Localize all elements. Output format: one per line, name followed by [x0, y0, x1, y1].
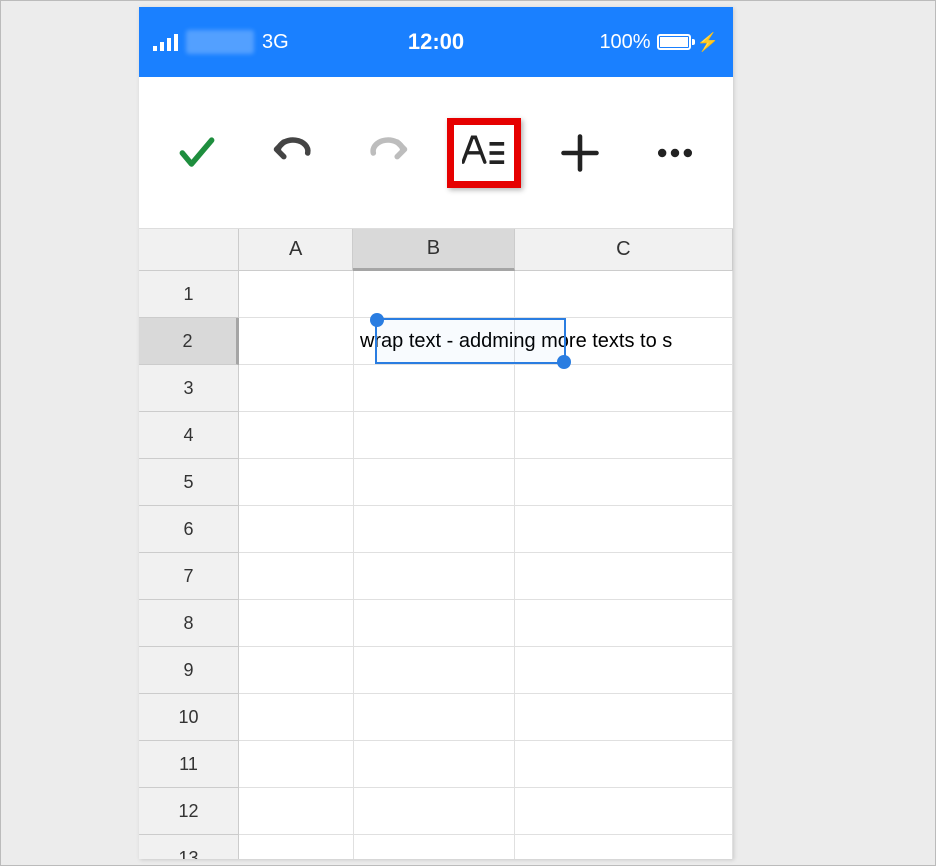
cell-A12[interactable]: [239, 788, 354, 835]
status-bar: 3G 12:00 100% ⚡: [139, 7, 733, 77]
cell-B4[interactable]: [354, 412, 515, 459]
cell-C3[interactable]: [515, 365, 733, 412]
confirm-button[interactable]: [149, 113, 245, 193]
redo-icon: [366, 131, 410, 175]
select-all-corner[interactable]: [139, 229, 239, 271]
cell-A4[interactable]: [239, 412, 354, 459]
cell-B10[interactable]: [354, 694, 515, 741]
checkmark-icon: [175, 131, 219, 175]
row-header-11[interactable]: 11: [139, 741, 239, 788]
row-header-4[interactable]: 4: [139, 412, 239, 459]
cell-B6[interactable]: [354, 506, 515, 553]
row-header-8[interactable]: 8: [139, 600, 239, 647]
cell-C9[interactable]: [515, 647, 733, 694]
phone-frame: 3G 12:00 100% ⚡: [139, 7, 733, 859]
insert-button[interactable]: [532, 113, 628, 193]
column-header-A[interactable]: A: [239, 229, 353, 271]
cell-A5[interactable]: [239, 459, 354, 506]
cell-A9[interactable]: [239, 647, 354, 694]
plus-icon: [558, 131, 602, 175]
cell-C8[interactable]: [515, 600, 733, 647]
selection-handle-br[interactable]: [557, 355, 571, 369]
cell-C1[interactable]: [515, 271, 733, 318]
cell-B7[interactable]: [354, 553, 515, 600]
cell-A13[interactable]: [239, 835, 354, 859]
cell-C12[interactable]: [515, 788, 733, 835]
more-button[interactable]: [627, 113, 723, 193]
charging-icon: ⚡: [697, 32, 719, 53]
annotation-highlight: [447, 118, 521, 188]
cell-A11[interactable]: [239, 741, 354, 788]
cell-B9[interactable]: [354, 647, 515, 694]
more-icon: [653, 131, 697, 175]
row-header-12[interactable]: 12: [139, 788, 239, 835]
row-header-5[interactable]: 5: [139, 459, 239, 506]
spreadsheet-grid[interactable]: ABC 12345678910111213 wrap text - addmin…: [139, 229, 733, 859]
cell-A8[interactable]: [239, 600, 354, 647]
status-time: 12:00: [342, 29, 531, 55]
row-header-13[interactable]: 13: [139, 835, 239, 859]
cell-B12[interactable]: [354, 788, 515, 835]
cell-B11[interactable]: [354, 741, 515, 788]
network-type: 3G: [262, 31, 289, 54]
cell-C5[interactable]: [515, 459, 733, 506]
toolbar: [139, 77, 733, 229]
cell-A2[interactable]: [239, 318, 354, 365]
column-headers: ABC: [239, 229, 733, 271]
selection-handle-tl[interactable]: [370, 313, 384, 327]
cell-B1[interactable]: [354, 271, 515, 318]
cell-B5[interactable]: [354, 459, 515, 506]
cell-A7[interactable]: [239, 553, 354, 600]
cell-C11[interactable]: [515, 741, 733, 788]
undo-button[interactable]: [245, 113, 341, 193]
undo-icon: [271, 131, 315, 175]
battery-percent: 100%: [599, 31, 650, 54]
cell-A3[interactable]: [239, 365, 354, 412]
battery-icon: [657, 34, 691, 50]
row-header-3[interactable]: 3: [139, 365, 239, 412]
column-header-C[interactable]: C: [515, 229, 733, 271]
cell-C7[interactable]: [515, 553, 733, 600]
row-header-2[interactable]: 2: [139, 318, 239, 365]
signal-icon: [153, 33, 178, 51]
carrier-name-blurred: [186, 30, 254, 54]
cell-C10[interactable]: [515, 694, 733, 741]
row-headers: 12345678910111213: [139, 271, 239, 859]
cell-B8[interactable]: [354, 600, 515, 647]
row-header-10[interactable]: 10: [139, 694, 239, 741]
redo-button[interactable]: [340, 113, 436, 193]
cell-C13[interactable]: [515, 835, 733, 859]
cell-A10[interactable]: [239, 694, 354, 741]
row-header-1[interactable]: 1: [139, 271, 239, 318]
row-header-6[interactable]: 6: [139, 506, 239, 553]
cell-selection[interactable]: [375, 318, 566, 364]
cell-B3[interactable]: [354, 365, 515, 412]
cell-A1[interactable]: [239, 271, 354, 318]
column-header-B[interactable]: B: [353, 229, 514, 271]
cell-A6[interactable]: [239, 506, 354, 553]
row-header-7[interactable]: 7: [139, 553, 239, 600]
cell-B13[interactable]: [354, 835, 515, 859]
cell-C6[interactable]: [515, 506, 733, 553]
cell-C4[interactable]: [515, 412, 733, 459]
row-header-9[interactable]: 9: [139, 647, 239, 694]
